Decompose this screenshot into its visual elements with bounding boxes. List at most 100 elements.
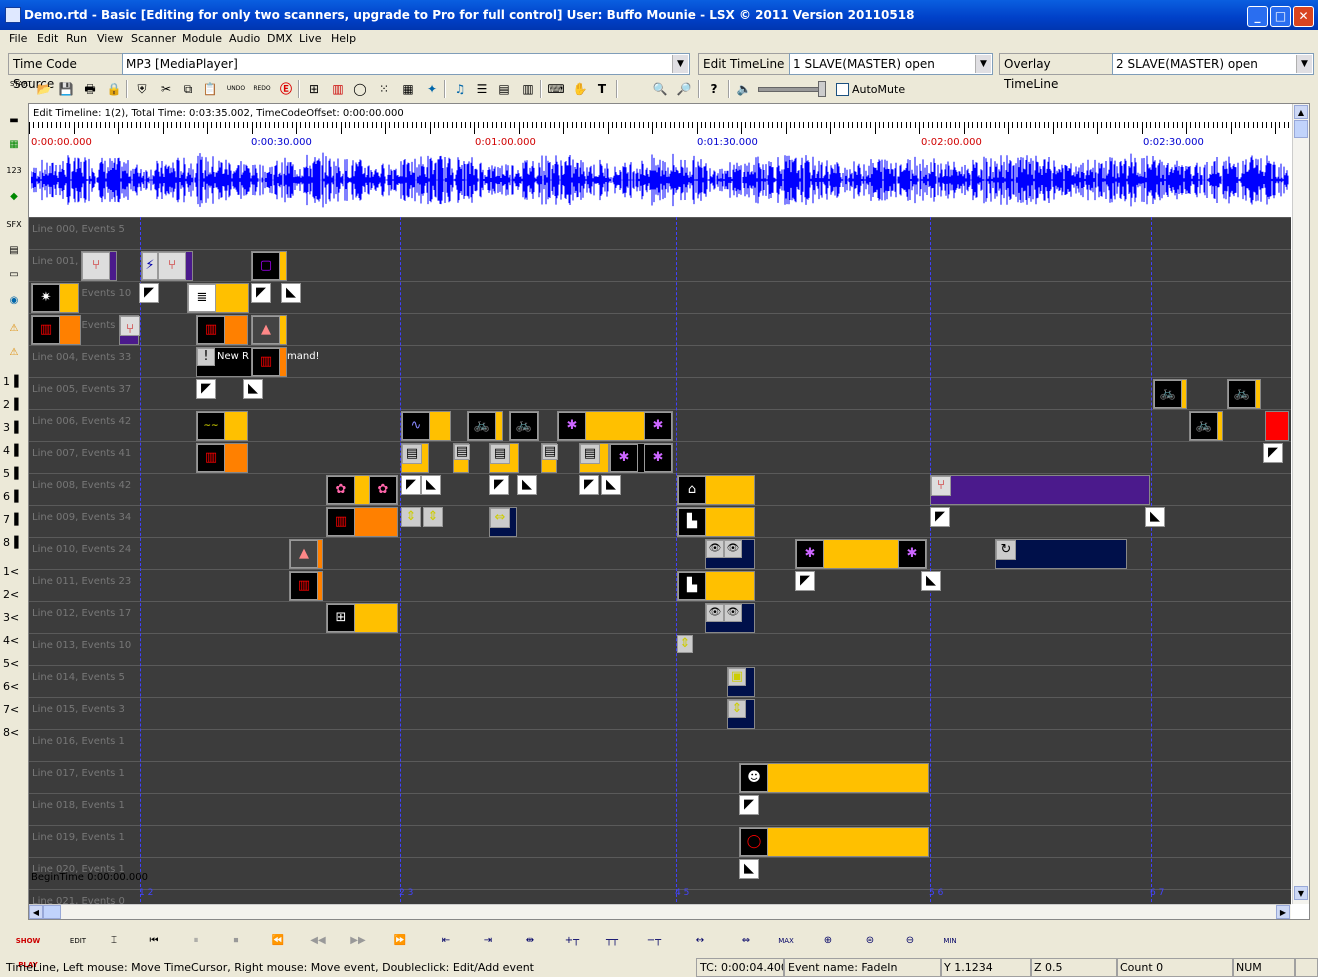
close-button[interactable]: ✕ [1293, 6, 1314, 27]
event-block[interactable]: ✱ ✱ [795, 539, 927, 569]
mark-range-icon[interactable]: ⇹ [516, 929, 544, 953]
scroll-up-icon[interactable]: ▲ [1294, 105, 1308, 119]
minimize-button[interactable]: _ [1247, 6, 1268, 27]
color-bars-icon[interactable]: ▥ [328, 79, 348, 99]
fade-icon[interactable]: ◤ [930, 507, 950, 527]
channel-4-button[interactable]: 4< [3, 632, 27, 650]
skip-back-icon[interactable]: ⏮ [140, 929, 168, 953]
event-block[interactable]: ⚡ ⑂ [141, 251, 193, 281]
timeline-lane[interactable]: Line 009, Events 34 [29, 505, 1291, 538]
move-icon[interactable]: ◆ [4, 187, 24, 207]
forward-icon[interactable]: ▶▶ [344, 929, 372, 953]
fade-icon[interactable]: ◣ [1145, 507, 1165, 527]
timeline-lane[interactable]: Line 000, Events 5 [29, 217, 1291, 250]
menu-live[interactable]: Live [299, 32, 321, 45]
fade-icon[interactable]: ◣ [517, 475, 537, 495]
event-block[interactable]: ▥ [289, 571, 323, 601]
show-play-button[interactable]: SHOW PLAY [8, 929, 48, 969]
zoom-out-icon[interactable]: ⊖ [896, 929, 924, 953]
timeline-lane[interactable]: Line 012, Events 17 [29, 601, 1291, 634]
timeline-lane[interactable]: Line 001, E [29, 249, 1291, 282]
window-icon[interactable]: ▭ [4, 265, 24, 285]
scanner-icon[interactable]: ▬ [4, 111, 24, 131]
timeline-lane[interactable]: Line 014, Events 5 [29, 665, 1291, 698]
chevron-down-icon[interactable]: ▼ [1296, 55, 1312, 73]
timeline-lane[interactable]: Line 017, Events 1 [29, 761, 1291, 794]
event-block[interactable]: ▥ [326, 507, 398, 537]
event-block[interactable]: ⇕ [727, 699, 755, 729]
scroll-thumb[interactable] [43, 905, 61, 919]
event-block[interactable]: ▥ [251, 347, 287, 377]
sfx-icon[interactable]: SFX [4, 215, 24, 235]
event-block[interactable]: ▤ [489, 443, 519, 473]
event-block[interactable]: ↻ [995, 539, 1127, 569]
timeline-panel[interactable]: Edit Timeline: 1(2), Total Time: 0:03:35… [28, 103, 1310, 920]
event-lanes[interactable]: Line 000, Events 5 Line 001, E Line 002, E… [29, 217, 1291, 907]
cut-icon[interactable]: ✂ [156, 79, 176, 99]
vertical-scrollbar[interactable]: ▲ ▼ [1292, 104, 1309, 904]
fade-icon[interactable]: ◤ [795, 571, 815, 591]
event-block[interactable]: ∿ [401, 411, 451, 441]
chevron-down-icon[interactable]: ▼ [975, 55, 991, 73]
event-block[interactable]: ▙ [677, 507, 755, 537]
save-icon[interactable]: 💾 [56, 79, 76, 99]
list-icon[interactable]: ☰ [472, 79, 492, 99]
scanner-1-button[interactable]: 1▐ [3, 373, 27, 391]
event-block[interactable]: ▤ [453, 443, 470, 473]
menu-scanner[interactable]: Scanner [131, 32, 176, 45]
scroll-down-icon[interactable]: ▼ [1294, 886, 1308, 900]
scanner-8-button[interactable]: 8▐ [3, 534, 27, 552]
zoom-min-button[interactable]: MIN [936, 929, 964, 953]
scanner-6-button[interactable]: 6▐ [3, 488, 27, 506]
rewind-icon[interactable]: ◀◀ [304, 929, 332, 953]
event-block[interactable]: 🚲 [1153, 379, 1187, 409]
timeline-lane[interactable]: Line 016, Events 1 [29, 729, 1291, 762]
fade-icon[interactable]: ◤ [579, 475, 599, 495]
event-block[interactable]: ⑂ [119, 315, 140, 345]
event-block[interactable]: 👁 👁 [705, 603, 755, 633]
timeline-lane[interactable]: Line 013, Events 10 [29, 633, 1291, 666]
fade-icon[interactable]: ◤ [196, 379, 216, 399]
fade-icon[interactable]: ◤ [739, 795, 759, 815]
timecode-source-select[interactable]: MP3 [MediaPlayer] ▼ [122, 53, 690, 75]
table-icon[interactable]: ▤ [494, 79, 514, 99]
event-block[interactable]: ⇔ [489, 507, 517, 537]
cursor-to-start-icon[interactable]: ⌶ [100, 929, 128, 953]
laser-icon[interactable]: ✦ [422, 79, 442, 99]
event-block[interactable]: ✱ ✱ [609, 443, 673, 473]
app-icon[interactable] [5, 7, 21, 23]
fit-width-icon[interactable]: ↔ [686, 929, 714, 953]
event-block[interactable]: ▥ [31, 315, 81, 345]
time-ruler[interactable] [29, 122, 1291, 134]
counter-icon[interactable]: 123 [4, 161, 24, 181]
event-block[interactable]: ~~ [196, 411, 248, 441]
open-folder-icon[interactable]: 📂 [34, 79, 54, 99]
start-button[interactable]: START [10, 79, 32, 99]
fade-icon[interactable]: ◣ [421, 475, 441, 495]
scanner-2-button[interactable]: 2▐ [3, 396, 27, 414]
channel-1-button[interactable]: 1< [3, 563, 27, 581]
fade-icon[interactable]: ◣ [601, 475, 621, 495]
event-block[interactable]: ≣ [187, 283, 249, 313]
channel-6-button[interactable]: 6< [3, 678, 27, 696]
scroll-thumb[interactable] [1294, 120, 1308, 138]
audio-waveform[interactable] [31, 150, 1289, 210]
copy-icon[interactable]: ⧉ [178, 79, 198, 99]
channel-7-button[interactable]: 7< [3, 701, 27, 719]
marker-icon[interactable]: ┬┬ [596, 929, 628, 953]
maximize-button[interactable]: □ [1270, 6, 1291, 27]
fade-icon[interactable]: ◤ [251, 283, 271, 303]
menu-module[interactable]: Module [182, 32, 222, 45]
mark-in-icon[interactable]: ⇤ [432, 929, 460, 953]
cue-icon[interactable]: ⇕ [401, 507, 421, 527]
event-block[interactable]: ▲ [289, 539, 323, 569]
event-block[interactable]: 🚲 [1189, 411, 1223, 441]
event-block[interactable]: ✱ ✱ [557, 411, 673, 441]
event-block[interactable]: 🚲 [509, 411, 539, 441]
dots-icon[interactable]: ⁙ [374, 79, 394, 99]
channel-5-button[interactable]: 5< [3, 655, 27, 673]
pause-icon[interactable]: ⏸ [182, 929, 210, 953]
grid-icon[interactable]: ▦ [398, 79, 418, 99]
paste-icon[interactable]: 📋 [200, 79, 220, 99]
chevron-down-icon[interactable]: ▼ [672, 55, 688, 73]
